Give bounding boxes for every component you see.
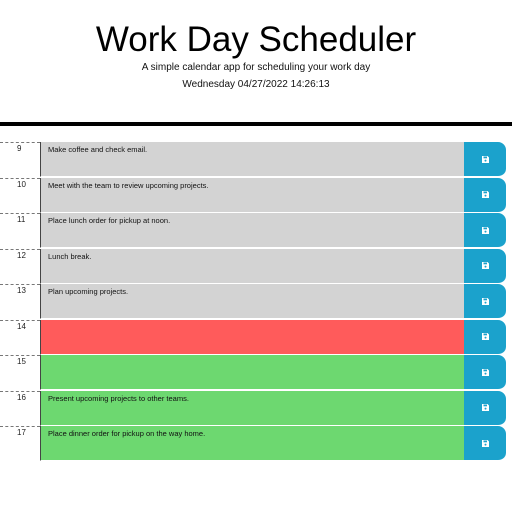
page-title: Work Day Scheduler [95,20,417,59]
save-icon [481,226,489,234]
save-icon [481,368,489,376]
hour-label: 9 [0,142,40,177]
save-icon [481,155,489,163]
save-icon [481,262,489,269]
save-button[interactable] [464,177,506,213]
save-icon [481,297,489,305]
hour-label: 16 [0,390,40,426]
time-block-13: 13 Plan upcoming projects. [0,284,512,319]
save-icon [481,404,489,411]
save-button[interactable] [464,142,506,177]
page-subtitle: A simple calendar app for scheduling you… [141,62,371,73]
time-block-11: 11 Place lunch order for pickup at noon. [0,213,512,248]
save-button[interactable] [464,248,506,284]
time-block-16: 16 Present upcoming projects to other te… [0,390,512,426]
time-block-9: 9 Make coffee and check email. [0,142,512,177]
hour-label: 13 [0,284,40,319]
current-datetime: Wednesday 04/27/2022 14:26:13 [182,79,330,90]
time-block-14: 14 [0,319,512,355]
hour-label: 15 [0,355,40,390]
time-block-12: 12 Lunch break. [0,248,512,284]
save-button[interactable] [464,213,506,248]
time-block-17: 17 Place dinner order for pickup on the … [0,426,512,461]
save-button[interactable] [464,319,506,355]
description-field[interactable]: Place dinner order for pickup on the way… [40,426,464,461]
save-button[interactable] [464,284,506,319]
save-icon [481,439,489,447]
hour-label: 17 [0,426,40,461]
hour-label: 11 [0,213,40,248]
hour-label: 10 [0,177,40,213]
description-field[interactable]: Meet with the team to review upcoming pr… [40,177,464,213]
time-block-15: 15 [0,355,512,390]
hour-label: 12 [0,248,40,284]
save-button[interactable] [464,355,506,390]
save-button[interactable] [464,426,506,461]
page-header: Work Day Scheduler A simple calendar app… [0,0,512,122]
time-block-10: 10 Meet with the team to review upcoming… [0,177,512,213]
description-field[interactable]: Present upcoming projects to other teams… [40,390,464,426]
description-field[interactable]: Plan upcoming projects. [40,284,464,319]
save-button[interactable] [464,390,506,426]
description-field[interactable]: Make coffee and check email. [40,142,464,177]
hour-label: 14 [0,319,40,355]
description-field[interactable] [40,355,464,390]
header-divider [0,122,512,126]
description-field[interactable] [40,319,464,355]
save-icon [481,191,489,198]
description-field[interactable]: Place lunch order for pickup at noon. [40,213,464,248]
save-icon [481,333,489,340]
description-field[interactable]: Lunch break. [40,248,464,284]
